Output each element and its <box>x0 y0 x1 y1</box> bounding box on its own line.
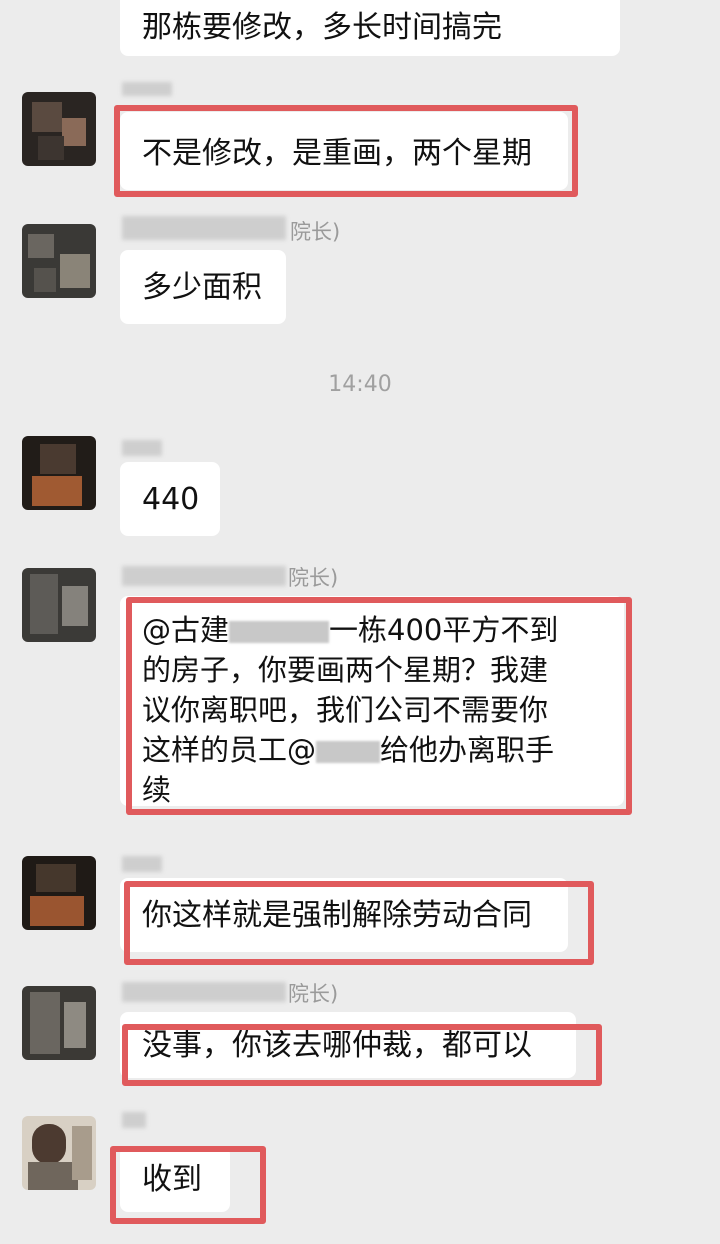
redacted-name <box>316 741 381 763</box>
sender-name-redacted <box>122 216 286 240</box>
message-text: 多少面积 <box>142 270 262 305</box>
avatar[interactable] <box>22 986 96 1060</box>
avatar[interactable] <box>22 224 96 298</box>
sender-name: 院长) <box>288 982 339 1006</box>
message-bubble[interactable]: 没事，你该去哪仲裁，都可以 <box>120 1012 576 1078</box>
timestamp: 14:40 <box>328 372 392 397</box>
message-text: 那栋要修改，多长时间搞完 <box>142 10 502 45</box>
sender-name-redacted <box>122 566 286 586</box>
message-line: 续 <box>142 773 172 807</box>
sender-name-redacted <box>122 982 286 1002</box>
message-line: 的房子，你要画两个星期？我建 <box>142 653 549 687</box>
sender-name-redacted <box>122 856 162 872</box>
avatar[interactable] <box>22 568 96 642</box>
sender-name-redacted <box>122 440 162 456</box>
message-text: 440 <box>142 482 200 517</box>
avatar[interactable] <box>22 92 96 166</box>
message-bubble[interactable]: @古建 一栋400平方不到 的房子，你要画两个星期？我建 议你离职吧，我们公司不需… <box>120 596 624 807</box>
message-text: 你这样就是强制解除劳动合同 <box>142 898 532 933</box>
message-text: 不是修改，是重画，两个星期 <box>142 136 532 171</box>
sender-name: 院长) <box>290 220 341 244</box>
message-text: 没事，你该去哪仲裁，都可以 <box>142 1028 532 1063</box>
message-bubble[interactable]: 收到 <box>120 1146 230 1212</box>
avatar[interactable] <box>22 436 96 510</box>
redacted-name <box>229 621 330 643</box>
message-bubble[interactable]: 多少面积 <box>120 250 286 324</box>
message-bubble[interactable]: 你这样就是强制解除劳动合同 <box>120 878 568 952</box>
message-line: @古建 一栋400平方不到 <box>142 613 559 647</box>
sender-name-redacted <box>122 82 172 96</box>
message-text: 收到 <box>142 1162 202 1197</box>
sender-name: 院长) <box>288 566 339 590</box>
message-bubble[interactable]: 440 <box>120 462 220 536</box>
sender-name-redacted <box>122 1112 146 1128</box>
message-line: 这样的员工@ 给他办离职手 <box>142 733 555 767</box>
avatar[interactable] <box>22 1116 96 1190</box>
message-bubble[interactable]: 不是修改，是重画，两个星期 <box>120 112 568 190</box>
message-bubble[interactable]: 那栋要修改，多长时间搞完 <box>120 0 620 56</box>
avatar[interactable] <box>22 856 96 930</box>
message-line: 议你离职吧，我们公司不需要你 <box>142 693 549 727</box>
